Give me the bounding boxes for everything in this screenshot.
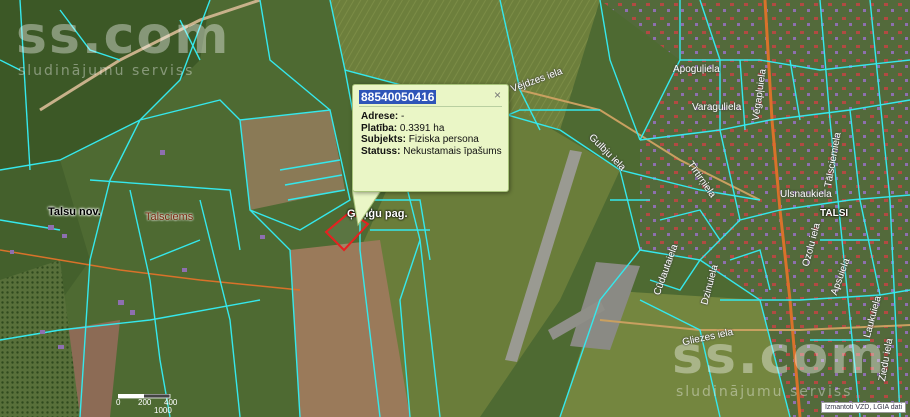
scale-value: 1000 [154, 406, 172, 415]
label-village: Talsciems [145, 211, 194, 223]
address-value: - [401, 111, 405, 122]
label-region: Talsu nov. [48, 206, 101, 218]
area-row: Platība: 0.3391 ha [361, 123, 503, 135]
street-label: Varagulіela [692, 102, 742, 113]
subject-row: Subjekts: Fiziska persona [361, 134, 503, 146]
popup-details: Adrese: - Platība: 0.3391 ha Subjekts: F… [361, 111, 503, 157]
status-value: Nekustamais īpašums [403, 145, 502, 157]
close-icon[interactable]: × [494, 88, 501, 102]
subject-value: Fiziska persona [408, 134, 479, 145]
status-label: Statuss: [361, 145, 401, 157]
map-canvas[interactable] [0, 0, 910, 417]
address-row: Adrese: - [361, 111, 503, 123]
popup-pointer [352, 189, 383, 227]
label-city: TALSI [820, 208, 849, 219]
cadastre-number[interactable]: 88540050416 [359, 90, 437, 104]
attribution-link[interactable]: Izmantoti VZD, LGIA dati [820, 402, 906, 413]
popup-divider [359, 106, 502, 107]
map-view[interactable]: ss.com sludinājumu serviss ss.com sludin… [0, 0, 910, 417]
area-label: Platība: [361, 122, 398, 134]
scale-bar [118, 394, 171, 399]
scale-label: 200 [138, 398, 152, 407]
parcel-info-popup: 88540050416 × Adrese: - Platība: 0.3391 … [352, 84, 509, 192]
status-row: Statuss: Nekustamais īpašums [361, 146, 503, 158]
street-label: Ulsnaukiela [780, 189, 832, 200]
scale-label: 0 [116, 398, 121, 407]
address-label: Adrese: [361, 111, 399, 122]
area-value: 0.3391 ha [399, 122, 445, 134]
street-label: Apoguļiela [673, 64, 720, 75]
subject-label: Subjekts: [361, 134, 407, 145]
